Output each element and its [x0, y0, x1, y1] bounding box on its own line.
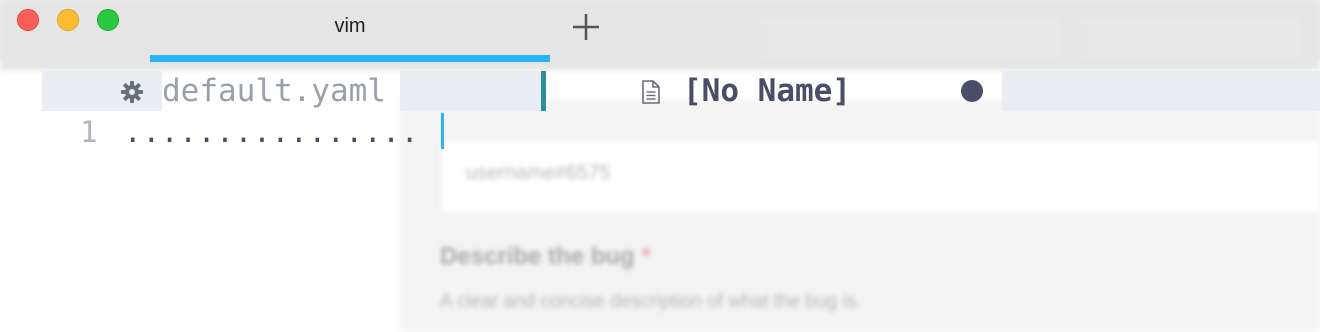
vim-tab-default-yaml[interactable]: default.yaml	[162, 71, 386, 111]
vim-tabline-background-left	[42, 71, 162, 111]
plus-icon[interactable]	[566, 7, 606, 47]
vim-tabline-fill	[400, 71, 541, 111]
buffer-line-content[interactable]: ................	[124, 112, 419, 152]
text-cursor	[441, 113, 444, 149]
vim-tab-no-name[interactable]: [No Name]	[683, 71, 851, 111]
maximize-window-button[interactable]	[97, 9, 119, 31]
active-tab-indicator	[150, 55, 550, 62]
gear-icon	[121, 81, 143, 103]
background-heading: Describe the bug *	[440, 243, 651, 270]
minimize-window-button[interactable]	[57, 9, 79, 31]
document-icon	[642, 80, 660, 104]
close-window-button[interactable]	[17, 9, 39, 31]
background-description: A clear and concise description of what …	[440, 291, 862, 312]
modified-indicator-icon	[961, 80, 983, 102]
background-placeholder-text: username#6575	[466, 162, 611, 184]
tab-title: vim	[334, 14, 366, 37]
vim-tabline-fill-right	[1002, 71, 1320, 111]
line-number: 1	[80, 115, 98, 149]
vim-tab-separator	[541, 71, 546, 111]
tab-vim[interactable]: vim	[150, 0, 550, 62]
